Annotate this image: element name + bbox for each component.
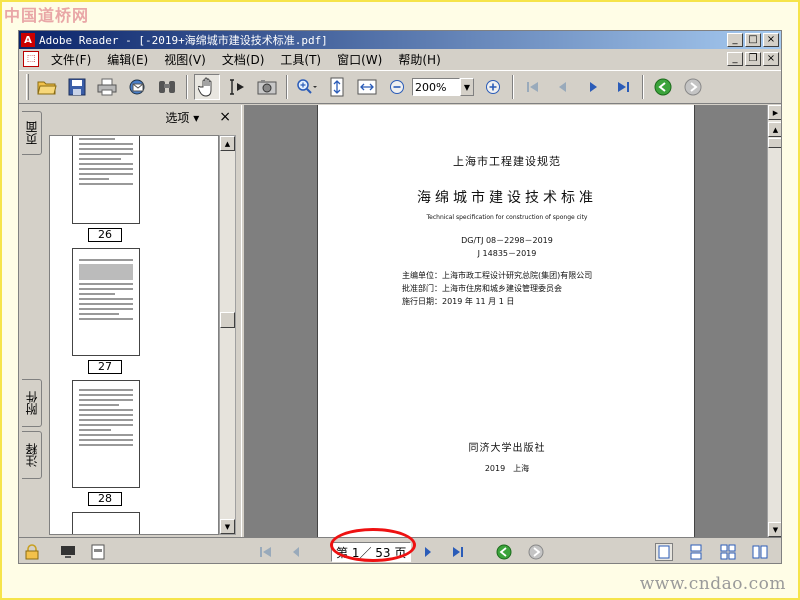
menu-view[interactable]: 视图(V) (156, 51, 214, 68)
scroll-up-icon[interactable]: ▲ (768, 122, 781, 137)
doc-pub-year: 2019 上海 (484, 464, 530, 473)
doc-org: 上海市工程建设规范 (453, 155, 561, 168)
fit-page-icon[interactable] (324, 74, 350, 100)
save-icon[interactable] (64, 74, 90, 100)
scroll-down-icon[interactable]: ▼ (768, 522, 781, 537)
zoom-field[interactable]: 200% (412, 78, 460, 96)
lock-icon[interactable] (23, 543, 41, 561)
doc-title-en: Technical specification for construction… (426, 214, 588, 221)
page-thumbnail[interactable] (72, 512, 140, 534)
tab-pages[interactable]: 页面 (22, 111, 42, 155)
nav-close-icon[interactable]: × (219, 109, 231, 125)
menu-window[interactable]: 窗口(W) (329, 51, 390, 68)
open-icon[interactable] (34, 74, 60, 100)
pdf-page: 上海市工程建设规范 海绵城市建设技术标准 Technical specifica… (317, 105, 695, 537)
options-menu[interactable]: 选项 ▾ (165, 109, 199, 126)
nav-scrollbar[interactable]: ▲ ▼ (219, 135, 236, 535)
doc-minimize-button[interactable]: _ (727, 52, 743, 66)
document-scrollbar[interactable]: ▶ ▲ ▼ (767, 105, 781, 537)
menu-edit[interactable]: 编辑(E) (99, 51, 156, 68)
hand-icon[interactable] (194, 74, 220, 100)
single-page-icon[interactable] (655, 543, 673, 561)
status-prev-page-icon[interactable] (287, 543, 305, 561)
email-icon[interactable] (124, 74, 150, 100)
page-thumbnail[interactable] (72, 136, 140, 224)
toolbar-separator (186, 75, 188, 99)
zoom-out-minus-icon[interactable] (384, 74, 410, 100)
doc-date: 施行日期：2019 年 11 月 1 日 (402, 297, 515, 306)
menu-document[interactable]: 文档(D) (214, 51, 273, 68)
continuous-icon[interactable] (687, 543, 705, 561)
continuous-facing-icon[interactable] (719, 543, 737, 561)
toolbar-separator (512, 75, 514, 99)
toolbar: 200% ▼ (19, 70, 781, 104)
tab-attachments[interactable]: 附件 (22, 379, 42, 427)
menu-bar: ⬚ 文件(F) 编辑(E) 视图(V) 文档(D) 工具(T) 窗口(W) 帮助… (19, 49, 781, 69)
menu-file[interactable]: 文件(F) (43, 51, 99, 68)
doc-restore-button[interactable]: ❐ (745, 52, 761, 66)
zoom-in-icon[interactable] (294, 74, 320, 100)
menu-help[interactable]: 帮助(H) (390, 51, 448, 68)
scroll-thumb[interactable] (768, 138, 781, 148)
facing-icon[interactable] (751, 543, 769, 561)
last-page-icon[interactable] (610, 74, 636, 100)
toolbar-separator (642, 75, 644, 99)
status-first-page-icon[interactable] (257, 543, 275, 561)
navigation-pane: 选项 ▾ × 26 27 28 ▲ ▼ (45, 105, 241, 537)
doc-code-2: J 14835－2019 (477, 249, 537, 258)
maximize-button[interactable]: □ (745, 33, 761, 47)
doc-editor: 主编单位：上海市政工程设计研究总院(集团)有限公司 (402, 271, 593, 280)
close-button[interactable]: × (763, 33, 779, 47)
zoom-in-plus-icon[interactable] (480, 74, 506, 100)
next-page-icon[interactable] (580, 74, 606, 100)
search-icon[interactable] (154, 74, 180, 100)
title-bar[interactable]: A Adobe Reader - [-2019+海绵城市建设技术标准.pdf] … (19, 31, 781, 49)
thumbnail-page-number: 28 (88, 492, 122, 506)
toolbar-separator (286, 75, 288, 99)
thumbnail-list[interactable]: 26 27 28 (49, 135, 219, 535)
watermark-top: 中国道桥网 (4, 6, 90, 25)
doc-publisher: 同济大学出版社 (468, 443, 546, 454)
status-next-page-icon[interactable] (419, 543, 437, 561)
menu-tools[interactable]: 工具(T) (272, 51, 329, 68)
minimize-button[interactable]: _ (727, 33, 743, 47)
doc-close-button[interactable]: × (763, 52, 779, 66)
select-text-icon[interactable] (224, 74, 250, 100)
window-title: Adobe Reader - [-2019+海绵城市建设技术标准.pdf] (39, 34, 328, 47)
status-last-page-icon[interactable] (449, 543, 467, 561)
doc-title: 海绵城市建设技术标准 (417, 190, 597, 206)
first-page-icon[interactable] (520, 74, 546, 100)
thumbnail-page-number: 26 (88, 228, 122, 242)
status-back-icon[interactable] (495, 543, 513, 561)
monitor-icon[interactable] (59, 543, 77, 561)
adobe-logo-icon: A (21, 33, 35, 47)
back-icon[interactable] (650, 74, 676, 100)
reader-window: A Adobe Reader - [-2019+海绵城市建设技术标准.pdf] … (18, 30, 782, 564)
toolbar-grip[interactable] (26, 74, 29, 100)
thumbnail-page-number: 27 (88, 360, 122, 374)
scroll-thumb[interactable] (220, 312, 235, 328)
doc-code-1: DG/TJ 08－2298－2019 (461, 236, 553, 245)
status-forward-icon[interactable] (527, 543, 545, 561)
page-thumbnail[interactable] (72, 380, 140, 488)
scroll-down-icon[interactable]: ▼ (220, 519, 235, 534)
fit-width-icon[interactable] (354, 74, 380, 100)
zoom-dropdown-icon[interactable]: ▼ (460, 78, 474, 96)
doc-approver: 批准部门：上海市住房和城乡建设管理委员会 (402, 284, 562, 293)
snapshot-icon[interactable] (254, 74, 280, 100)
forward-icon[interactable] (680, 74, 706, 100)
prev-page-icon[interactable] (550, 74, 576, 100)
page-layout-icon[interactable] (89, 543, 107, 561)
scroll-up-icon[interactable]: ▲ (220, 136, 235, 151)
watermark-bottom: www.cndao.com (639, 574, 786, 594)
pdf-doc-icon[interactable]: ⬚ (23, 51, 39, 67)
tab-comments[interactable]: 注释 (22, 431, 42, 479)
document-view[interactable]: 上海市工程建设规范 海绵城市建设技术标准 Technical specifica… (245, 105, 767, 537)
side-tab-strip: 页面 附件 注释 (19, 105, 45, 537)
nav-pane-header: 选项 ▾ × (45, 105, 241, 129)
highlight-ellipse (330, 528, 416, 562)
page-thumbnail[interactable] (72, 248, 140, 356)
split-arrow-icon[interactable]: ▶ (768, 105, 781, 120)
print-icon[interactable] (94, 74, 120, 100)
